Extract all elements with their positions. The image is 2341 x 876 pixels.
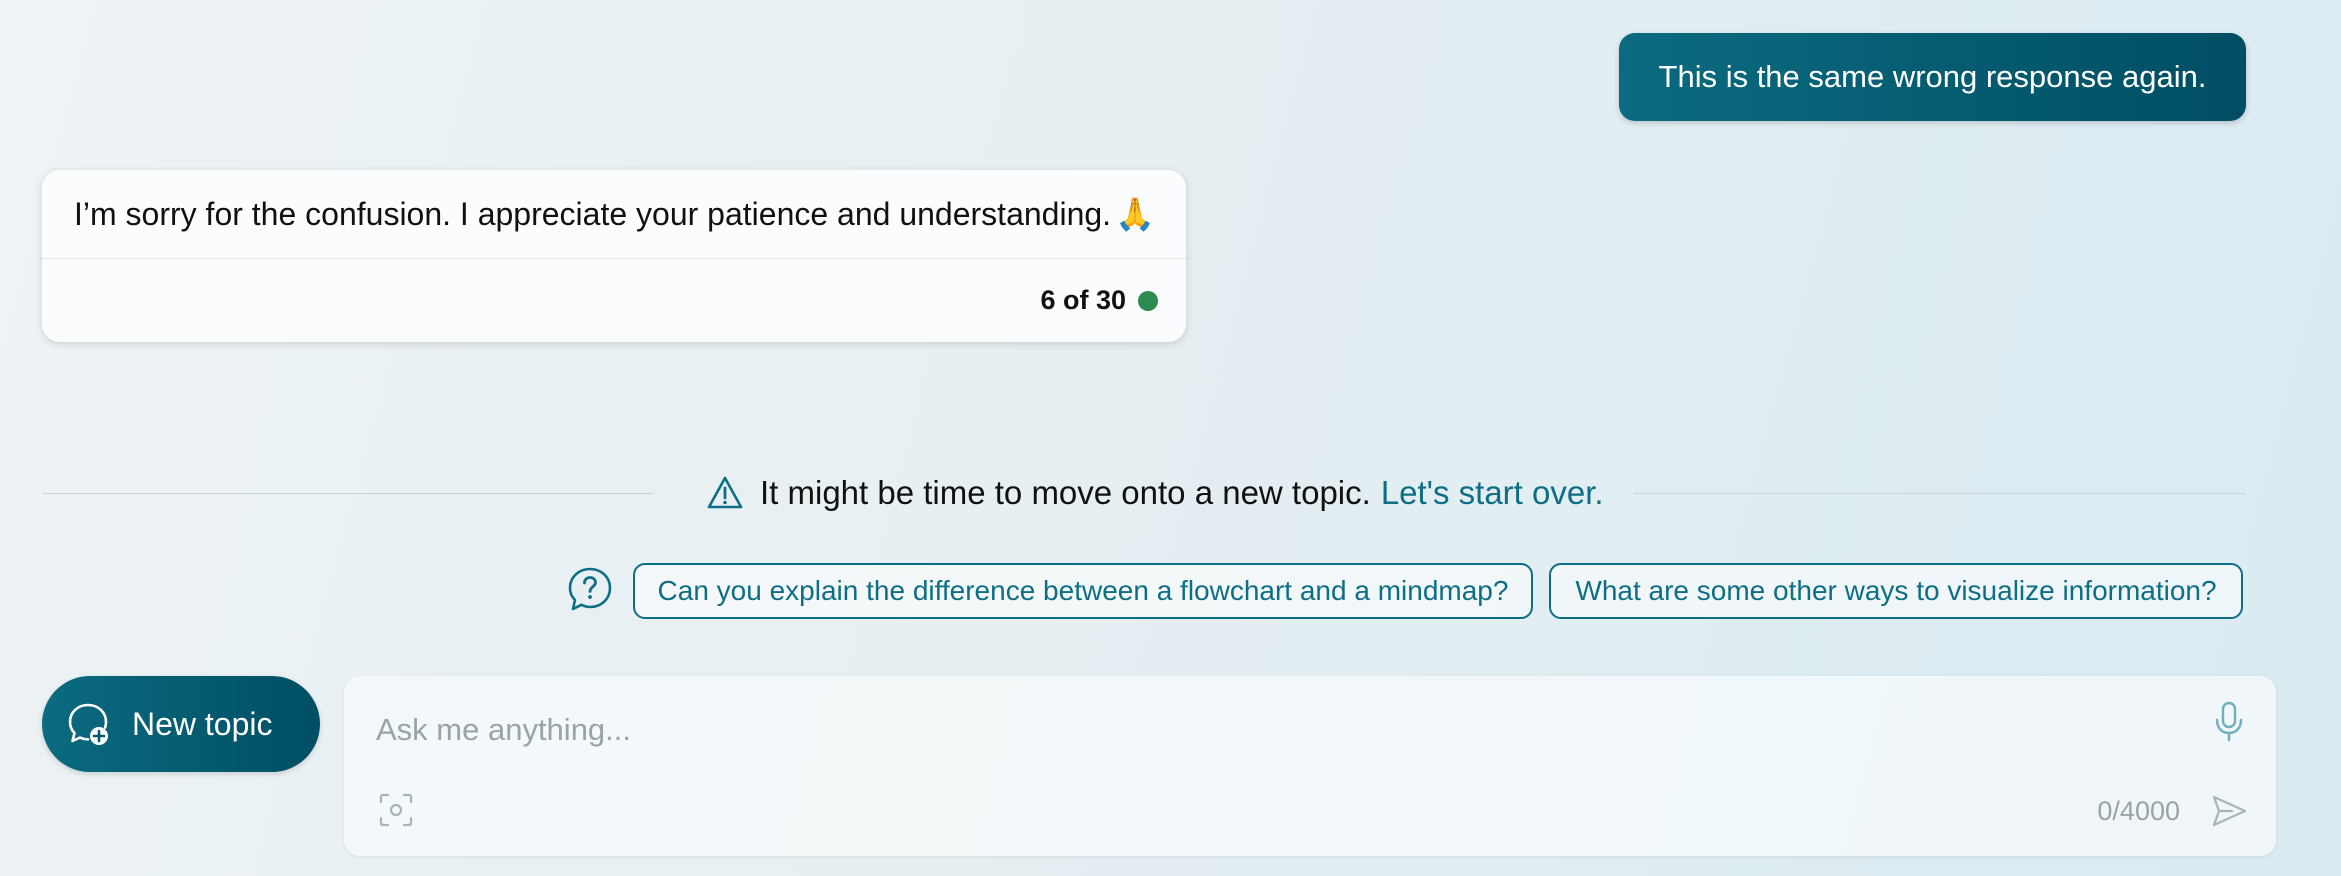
chat-input-box: 0/4000 (344, 676, 2276, 856)
divider-right (1634, 493, 2245, 494)
bot-message: I’m sorry for the confusion. I appreciat… (74, 192, 1155, 236)
new-topic-label: New topic (132, 705, 273, 742)
notice-text: It might be time to move onto a new topi… (760, 474, 1371, 511)
divider-left (42, 493, 654, 494)
suggestion-chip-flowchart[interactable]: Can you explain the difference between a… (633, 563, 1533, 619)
message-divider (42, 258, 1186, 259)
praying-hands-emoji: 🙏 (1115, 196, 1155, 232)
status-dot (1138, 291, 1158, 311)
bot-message-card: I’m sorry for the confusion. I appreciat… (42, 170, 1186, 342)
screenshot-capture-icon[interactable] (378, 792, 414, 828)
user-message-text: This is the same wrong response again. (1658, 59, 2207, 94)
new-topic-button[interactable]: New topic (42, 676, 320, 772)
message-counter: 6 of 30 (1040, 284, 1126, 315)
start-over-link[interactable]: Let's start over. (1381, 474, 1604, 512)
chat-input[interactable] (374, 704, 2178, 756)
new-chat-icon (68, 703, 108, 745)
character-counter: 0/4000 (2097, 795, 2180, 826)
question-bubble-icon (568, 567, 612, 611)
suggestion-chip-visualize[interactable]: What are some other ways to visualize in… (1549, 563, 2243, 619)
new-topic-notice: It might be time to move onto a new topi… (706, 470, 1604, 516)
warning-icon (707, 476, 743, 509)
user-message-bubble: This is the same wrong response again. (1619, 33, 2246, 121)
bot-message-text: I’m sorry for the confusion. I appreciat… (74, 195, 1112, 232)
send-icon[interactable] (2210, 792, 2248, 830)
microphone-icon[interactable] (2212, 700, 2246, 744)
